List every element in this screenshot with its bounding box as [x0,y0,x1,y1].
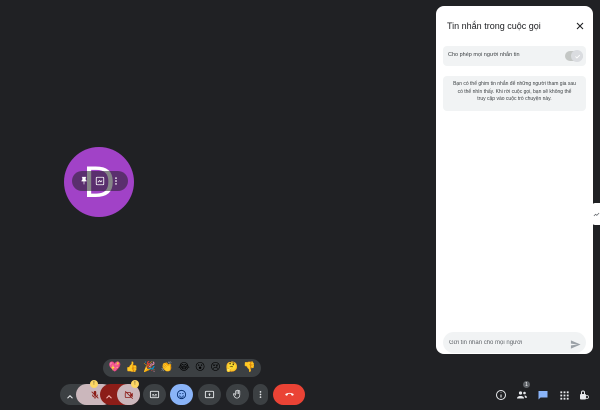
info-icon [496,390,506,400]
more-vert-icon[interactable] [109,174,123,188]
captions-icon [149,390,160,399]
captions-button[interactable] [143,384,166,405]
reaction-laugh[interactable]: 😂 [178,362,190,374]
toggle-label: Cho phép mọi người nhắn tin [448,52,520,58]
end-call-icon [284,392,294,396]
meeting-info-button[interactable] [494,388,508,402]
pin-icon[interactable] [77,174,91,188]
tile-hover-actions [72,171,128,191]
leave-call-button[interactable] [273,384,305,405]
camera-off-icon [124,390,133,399]
people-count-badge: 1 [523,381,530,388]
camera-group: ! [100,380,140,405]
chat-panel: Tin nhắn trong cuộc gọi Cho phép mọi ngư… [436,6,593,354]
raise-hand-button[interactable] [226,384,249,405]
reaction-thumbs-down[interactable]: 👎 [243,362,255,374]
hand-icon [233,389,241,399]
message-input[interactable] [449,336,564,349]
panel-title: Tin nhắn trong cuộc gọi [447,21,541,31]
close-icon[interactable] [574,19,586,31]
frame-icon[interactable] [93,174,107,188]
more-vert-icon [259,391,262,398]
reaction-heart[interactable]: 💖 [108,362,120,374]
lock-person-icon [580,390,589,400]
chevron-up-icon[interactable] [65,389,75,399]
people-button[interactable] [515,388,529,402]
grid-icon [559,390,569,400]
mic-off-icon [90,390,99,399]
chat-icon [538,391,548,400]
allow-messages-row: Cho phép mọi người nhắn tin [443,46,586,66]
emoji-icon [176,389,187,400]
present-button[interactable] [198,384,221,405]
more-options-button[interactable] [253,384,268,405]
mic-warning-badge: ! [90,380,98,388]
people-icon [517,391,527,399]
reaction-sad[interactable]: 😢 [210,362,220,374]
reactions-bar: 💖 👍 🎉 👏 😂 😮 😢 🤔 👎 [103,359,261,377]
side-handle[interactable] [592,203,600,225]
send-icon[interactable] [570,337,581,349]
host-controls-button[interactable] [577,388,591,402]
camera-warning-badge: ! [131,380,139,388]
activities-button[interactable] [557,388,571,402]
info-text: Bạn có thể ghim tin nhắn để những người … [443,76,586,111]
chat-button[interactable] [536,388,550,402]
check-icon [571,50,583,62]
reaction-surprised[interactable]: 😮 [195,362,205,374]
video-stage: D [0,0,432,355]
emoji-button[interactable] [170,384,193,405]
message-input-container [443,332,586,353]
reaction-clap[interactable]: 👏 [161,362,173,374]
reaction-thinking[interactable]: 🤔 [226,362,238,374]
chevron-up-icon[interactable] [104,389,114,399]
allow-messages-toggle[interactable] [565,50,583,62]
present-icon [204,390,215,399]
reaction-party[interactable]: 🎉 [143,362,155,374]
reaction-thumbs-up[interactable]: 👍 [126,362,138,374]
